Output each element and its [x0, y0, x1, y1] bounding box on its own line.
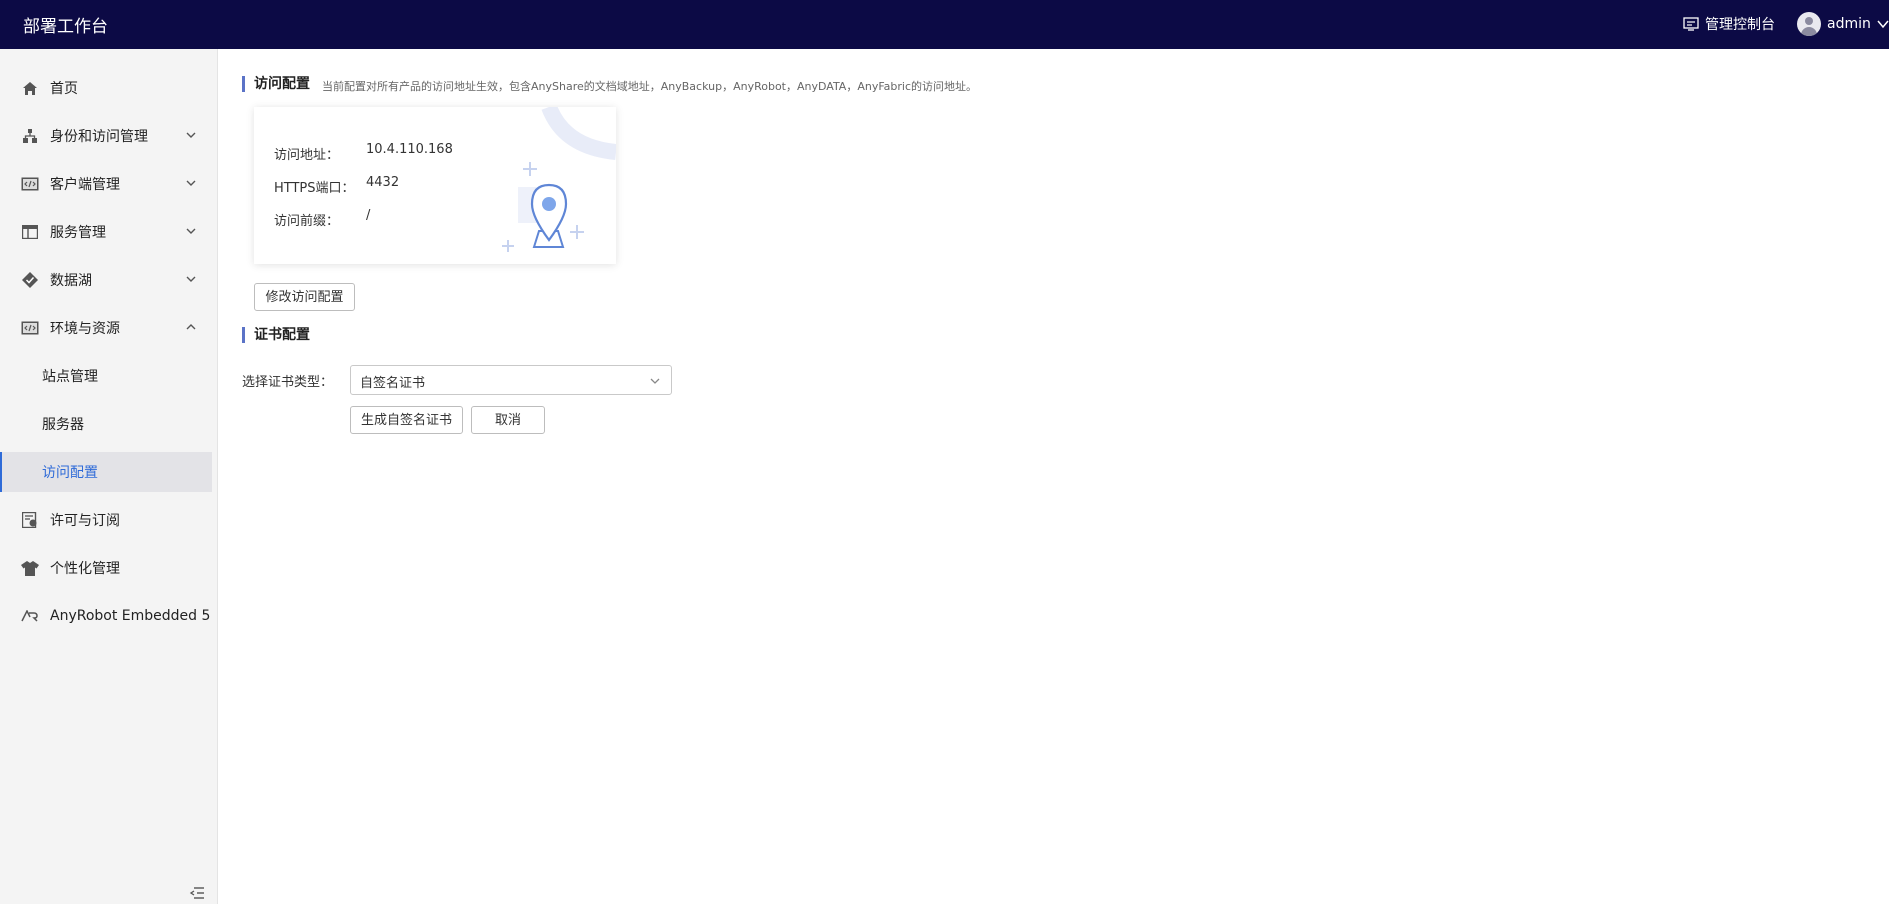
sidebar-item-label: 客户端管理 — [50, 177, 120, 193]
chevron-down-icon — [186, 180, 196, 186]
cert-type-label: 选择证书类型： — [242, 375, 334, 390]
sidebar-item-identity[interactable]: 身份和访问管理 — [0, 116, 212, 156]
chevron-up-icon — [186, 324, 196, 330]
sidebar-item-label: 访问配置 — [42, 465, 98, 481]
cert-config-title: 证书配置 — [242, 327, 310, 343]
chevron-down-icon — [650, 378, 660, 384]
diamond-check-icon — [21, 272, 39, 288]
cert-type-select[interactable]: 自签名证书 — [350, 365, 672, 395]
app-title: 部署工作台 — [23, 17, 108, 37]
sidebar-item-servers[interactable]: 服务器 — [0, 404, 212, 444]
sidebar-item-personalization[interactable]: 个性化管理 — [0, 548, 212, 588]
console-link[interactable]: 管理控制台 — [1683, 14, 1775, 34]
sidebar-item-access-config[interactable]: 访问配置 — [0, 452, 212, 492]
generate-cert-button[interactable]: 生成自签名证书 — [350, 406, 463, 434]
sidebar-item-data-lake[interactable]: 数据湖 — [0, 260, 212, 300]
code-window-icon — [21, 320, 39, 336]
license-icon — [21, 512, 39, 528]
access-config-title: 访问配置 — [242, 76, 310, 92]
sidebar-item-label: 个性化管理 — [50, 561, 120, 577]
prefix-value: / — [366, 208, 371, 223]
sidebar-item-label: 身份和访问管理 — [50, 129, 148, 145]
user-name: admin — [1827, 16, 1871, 32]
chevron-down-icon — [1877, 20, 1889, 29]
home-icon — [21, 80, 39, 96]
https-port-value: 4432 — [366, 175, 400, 190]
shirt-icon — [21, 560, 39, 576]
sidebar-item-label: 环境与资源 — [50, 321, 120, 337]
sidebar-item-home[interactable]: 首页 — [0, 68, 212, 108]
access-info-card: 访问地址： 10.4.110.168 HTTPS端口： 4432 访问前缀： / — [254, 107, 616, 264]
sidebar-item-label: 服务器 — [42, 417, 84, 433]
sidebar-item-sites[interactable]: 站点管理 — [0, 356, 212, 396]
chevron-down-icon — [186, 276, 196, 282]
location-pin-illustration-icon — [502, 107, 616, 252]
sidebar-item-license[interactable]: 许可与订阅 — [0, 500, 212, 540]
console-label: 管理控制台 — [1705, 17, 1775, 33]
layout-icon — [21, 224, 39, 240]
sidebar-item-label: 站点管理 — [42, 369, 98, 385]
address-value: 10.4.110.168 — [366, 142, 453, 157]
user-avatar-icon — [1797, 12, 1821, 36]
collapse-menu-icon[interactable] — [189, 886, 205, 900]
sidebar-item-env-resources[interactable]: 环境与资源 — [0, 308, 212, 348]
sidebar-item-label: 首页 — [50, 81, 78, 97]
sidebar: 首页 身份和访问管理 客户端管理 服务管理 数据湖 环境与资源 站点管理 服务器… — [0, 49, 218, 904]
code-window-icon — [21, 176, 39, 192]
prefix-label: 访问前缀： — [274, 214, 340, 229]
monitor-icon — [1683, 17, 1699, 31]
edit-access-config-button[interactable]: 修改访问配置 — [254, 283, 355, 311]
chevron-down-icon — [186, 132, 196, 138]
anyrobot-logo-icon — [21, 608, 39, 624]
sidebar-item-label: 服务管理 — [50, 225, 106, 241]
access-config-description: 当前配置对所有产品的访问地址生效，包含AnyShare的文档域地址，AnyBac… — [322, 80, 978, 93]
top-bar: 部署工作台 管理控制台 admin — [0, 0, 1889, 49]
sidebar-item-label: AnyRobot Embedded 5 — [50, 608, 211, 624]
chevron-down-icon — [186, 228, 196, 234]
user-menu[interactable]: admin — [1797, 12, 1889, 36]
sidebar-item-label: 数据湖 — [50, 273, 92, 289]
https-port-label: HTTPS端口： — [274, 181, 355, 196]
cancel-button[interactable]: 取消 — [471, 406, 545, 434]
sidebar-item-client[interactable]: 客户端管理 — [0, 164, 212, 204]
address-label: 访问地址： — [274, 148, 340, 163]
cert-type-value: 自签名证书 — [360, 376, 426, 391]
org-chart-icon — [21, 128, 39, 144]
sidebar-item-services[interactable]: 服务管理 — [0, 212, 212, 252]
sidebar-item-label: 许可与订阅 — [50, 513, 120, 529]
sidebar-item-anyrobot[interactable]: AnyRobot Embedded 5 — [0, 596, 212, 636]
